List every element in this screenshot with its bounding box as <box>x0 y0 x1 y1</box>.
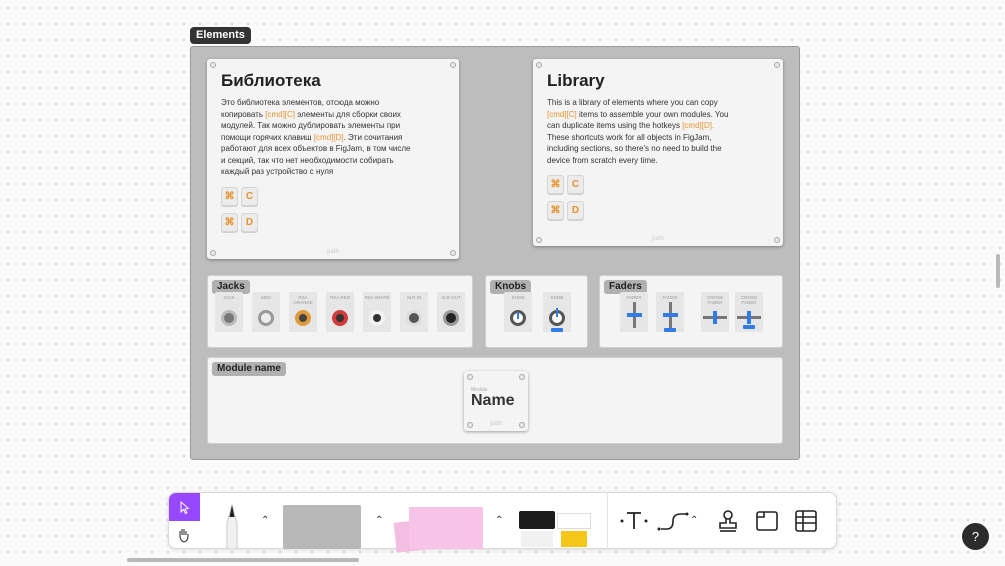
card-description: Это библиотека элементов, отсюда можно к… <box>221 98 411 176</box>
cross-fader-item[interactable]: CROSS FADER <box>701 292 729 332</box>
sticky-note-button[interactable] <box>387 503 487 553</box>
card-title: Library <box>547 71 605 90</box>
midi-item[interactable]: MIDI <box>252 292 280 332</box>
cmd-key[interactable]: ⌘ <box>547 201 564 220</box>
library-card-en[interactable]: Library This is a library of elements wh… <box>533 59 783 246</box>
corner-handle <box>450 62 456 68</box>
corner-handle <box>210 250 216 256</box>
cmd-key[interactable]: ⌘ <box>547 175 564 194</box>
cross-fader-item[interactable]: CROSS FADER <box>735 292 763 332</box>
section-icon <box>756 511 778 531</box>
knob-item[interactable]: KNOB <box>504 292 532 332</box>
c-key[interactable]: C <box>567 175 584 194</box>
marker-icon <box>226 503 238 550</box>
chevron-up-icon[interactable]: ⌃ <box>261 515 269 526</box>
cmd-key[interactable]: ⌘ <box>221 187 238 206</box>
cmd-key[interactable]: ⌘ <box>221 213 238 232</box>
fader-item[interactable]: FADER <box>620 292 648 332</box>
knob-item[interactable]: KNOB <box>543 292 571 332</box>
midi-icon <box>258 310 274 326</box>
d-key[interactable]: D <box>567 201 584 220</box>
fader-item[interactable]: FADER <box>656 292 684 332</box>
jacks-section[interactable]: Jacks JACK MIDI RSA ORANGE RSA RED RSA W… <box>207 275 473 348</box>
templates-button[interactable] <box>517 509 595 549</box>
corner-handle <box>519 374 525 380</box>
rsa-orange-item[interactable]: RSA ORANGE <box>289 292 317 332</box>
module-name-card[interactable]: Module Name path <box>464 371 528 431</box>
chevron-up-icon[interactable]: ⌃ <box>495 515 503 526</box>
xlr-in-icon <box>406 310 422 326</box>
chevron-up-icon[interactable]: ⌃ <box>690 515 698 526</box>
stamp-icon <box>719 510 737 532</box>
template-thumbnail-icon <box>519 511 555 529</box>
hotkey-copy: [cmd][C] <box>547 109 577 119</box>
module-name-text: Name <box>471 392 515 409</box>
hotkey-duplicate: [cmd][D] <box>313 132 344 142</box>
hotkey-duplicate: [cmd][D]. <box>682 121 715 130</box>
corner-handle <box>450 250 456 256</box>
d-key[interactable]: D <box>241 213 258 232</box>
connector-tool-button[interactable] <box>657 507 691 535</box>
table-icon <box>795 510 817 532</box>
card-description: This is a library of elements where you … <box>547 98 729 165</box>
card-ghost-text: path <box>652 236 664 242</box>
elements-frame[interactable]: Библиотека Это библиотека элементов, отс… <box>190 46 800 460</box>
vertical-scrollbar[interactable] <box>996 254 1000 288</box>
card-title: Библиотека <box>221 71 321 90</box>
hand-icon <box>179 529 189 543</box>
corner-handle <box>774 237 780 243</box>
knobs-section[interactable]: Knobs KNOB KNOB <box>485 275 588 348</box>
bottom-toolbar: ⌃ ⌃ ⌃ ⌃ <box>168 492 837 553</box>
xlr-out-item[interactable]: XLR OUT <box>437 292 465 332</box>
card-ghost-text: path <box>490 421 502 427</box>
xlr-in-item[interactable]: XLR IN <box>400 292 428 332</box>
xlr-out-icon <box>443 310 459 326</box>
hand-tool-button[interactable] <box>169 521 200 549</box>
table-tool-button[interactable] <box>792 507 820 535</box>
frame-label[interactable]: Elements <box>190 27 251 44</box>
corner-handle <box>210 62 216 68</box>
corner-handle <box>774 62 780 68</box>
corner-handle <box>519 422 525 428</box>
corner-handle <box>536 62 542 68</box>
section-tool-button[interactable] <box>753 507 781 535</box>
rsa-red-icon <box>332 310 348 326</box>
corner-handle <box>536 237 542 243</box>
library-card-ru[interactable]: Библиотека Это библиотека элементов, отс… <box>207 59 459 259</box>
corner-handle <box>467 422 473 428</box>
cursor-icon <box>180 500 190 515</box>
card-ghost-text: path <box>327 249 339 255</box>
text-tool-button[interactable] <box>619 507 649 535</box>
jack-item[interactable]: JACK <box>215 292 243 332</box>
horizontal-scrollbar[interactable] <box>127 558 359 562</box>
faders-section[interactable]: Faders FADER FADER CROSS FADER CROSS FAD… <box>599 275 783 348</box>
section-title: Module name <box>212 362 286 376</box>
rsa-white-icon <box>369 310 385 326</box>
select-tool-button[interactable] <box>169 493 200 521</box>
help-button[interactable]: ? <box>962 523 989 550</box>
rsa-red-item[interactable]: RSA RED <box>326 292 354 332</box>
stamp-tool-button[interactable] <box>714 507 742 535</box>
rsa-white-item[interactable]: RSA WHITE <box>363 292 391 332</box>
hotkey-copy: [cmd][C] <box>265 109 296 119</box>
c-key[interactable]: C <box>241 187 258 206</box>
rsa-orange-icon <box>295 310 311 326</box>
jack-icon <box>221 310 237 326</box>
marker-tool-button[interactable] <box>217 503 247 550</box>
module-name-section[interactable]: Module name Module Name path <box>207 357 783 444</box>
chevron-up-icon[interactable]: ⌃ <box>375 515 383 526</box>
corner-handle <box>467 374 473 380</box>
shape-tool-button[interactable] <box>283 505 361 549</box>
divider <box>607 493 608 549</box>
text-icon <box>620 512 648 529</box>
connector-icon <box>657 512 689 531</box>
